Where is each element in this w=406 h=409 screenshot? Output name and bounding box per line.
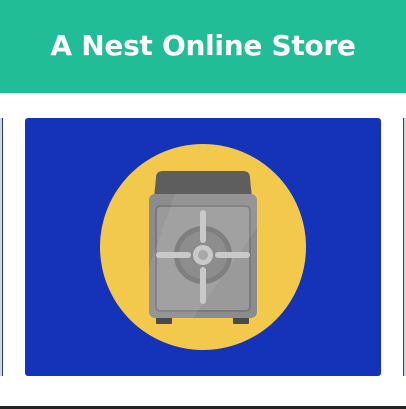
product-card[interactable] [25,118,381,376]
safe-top [154,171,252,198]
carousel-prev-card-edge[interactable] [0,118,3,376]
safe-vault-icon [100,144,306,350]
store-page: A Nest Online Store [0,0,406,409]
safe-handle-bottom [200,267,206,304]
page-title: A Nest Online Store [50,28,356,62]
header-bar: A Nest Online Store [0,0,406,93]
safe-handle-top [200,210,206,243]
safe-handle-left [156,252,191,258]
safe-handle-right [215,252,250,258]
product-carousel[interactable] [0,118,406,376]
